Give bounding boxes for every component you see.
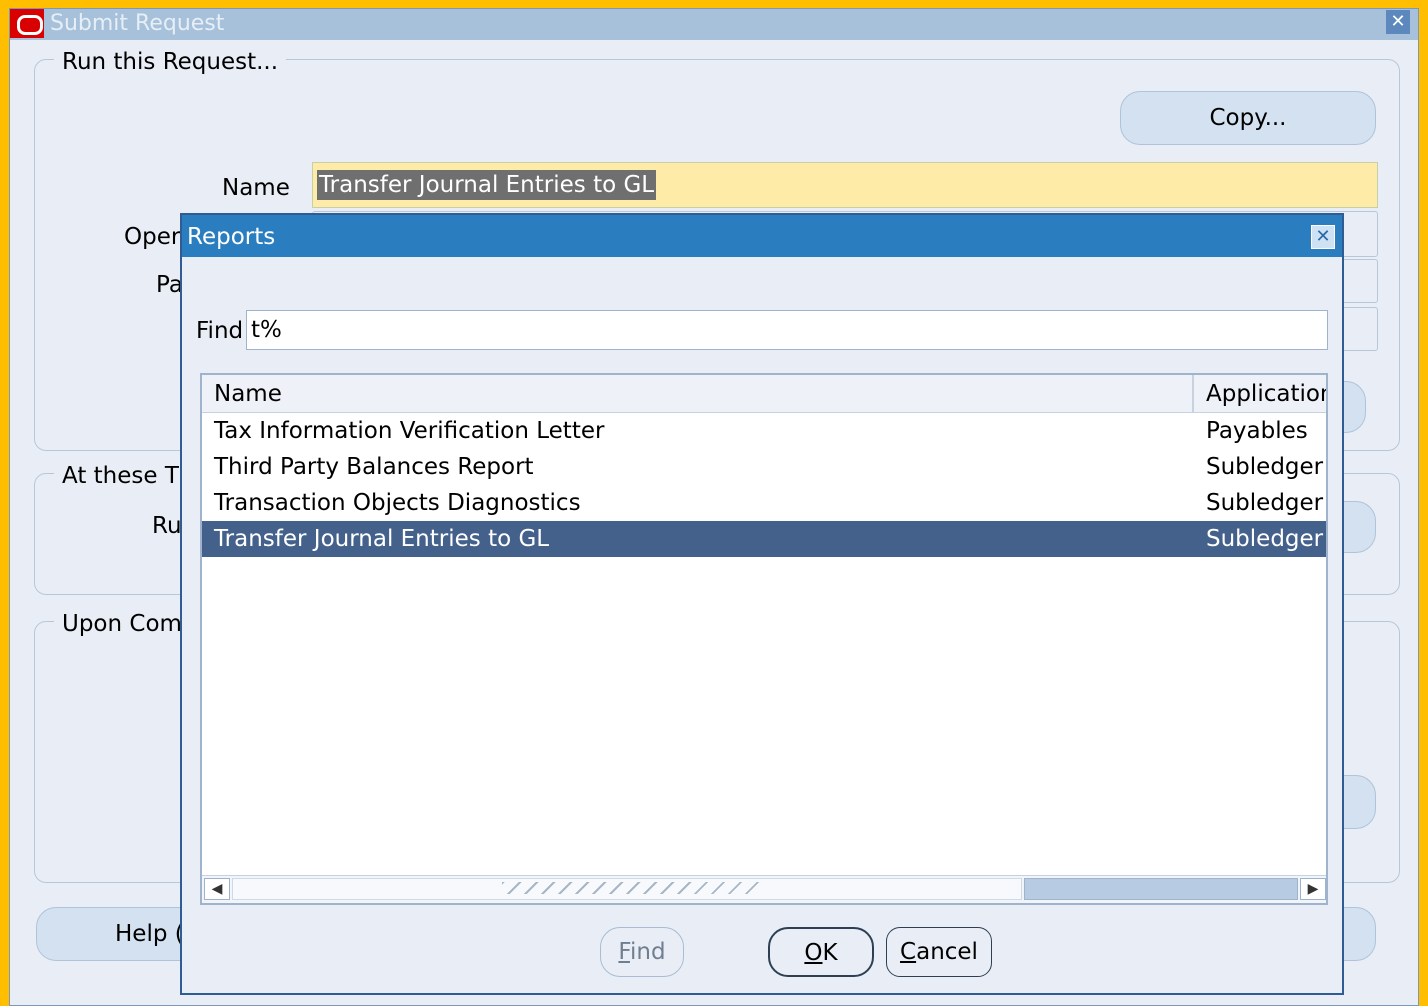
reports-list: Name Application Tax Information Verific… xyxy=(200,373,1328,905)
list-item[interactable]: Tax Information Verification Letter Paya… xyxy=(202,413,1326,449)
completion-group-label: Upon Com xyxy=(54,610,190,638)
horizontal-scrollbar[interactable]: ◀ ▶ xyxy=(202,875,1326,903)
scroll-right-icon[interactable]: ▶ xyxy=(1300,878,1326,900)
window-title: Submit Request xyxy=(50,11,225,36)
find-button[interactable]: Find xyxy=(600,927,684,977)
window-titlebar: Submit Request ✕ xyxy=(10,9,1418,40)
find-input[interactable] xyxy=(246,310,1328,350)
ok-button-key: O xyxy=(804,940,823,966)
close-icon[interactable]: ✕ xyxy=(1386,10,1410,34)
report-application: Subledger xyxy=(1206,526,1324,552)
list-item[interactable]: Third Party Balances Report Subledger xyxy=(202,449,1326,485)
find-button-label: ind xyxy=(629,939,666,965)
list-item-selected[interactable]: Transfer Journal Entries to GL Subledger xyxy=(202,521,1326,557)
request-name-field[interactable]: Transfer Journal Entries to GL xyxy=(312,162,1378,208)
report-name: Tax Information Verification Letter xyxy=(214,418,605,444)
report-application: Payables xyxy=(1206,418,1308,444)
run-job-label: Ru xyxy=(152,513,182,539)
cancel-button-label: ancel xyxy=(916,939,978,965)
column-header-name[interactable]: Name xyxy=(214,380,282,408)
parameters-label: Pa xyxy=(156,272,183,298)
report-application: Subledger xyxy=(1206,454,1324,480)
find-button-key: F xyxy=(618,939,630,965)
cancel-button[interactable]: Cancel xyxy=(886,927,992,977)
ok-button-label: K xyxy=(822,940,838,966)
ok-button[interactable]: OK xyxy=(768,927,874,977)
reports-dialog: Reports ✕ Find Name Application Tax Info… xyxy=(180,213,1344,995)
column-header-application[interactable]: Application xyxy=(1206,380,1326,408)
report-name: Third Party Balances Report xyxy=(214,454,534,480)
run-request-group-label: Run this Request... xyxy=(54,48,287,76)
scroll-thumb[interactable] xyxy=(1024,878,1298,900)
list-item[interactable]: Transaction Objects Diagnostics Subledge… xyxy=(202,485,1326,521)
cancel-button-key: C xyxy=(900,939,917,965)
scroll-left-icon[interactable]: ◀ xyxy=(204,878,230,900)
report-name: Transfer Journal Entries to GL xyxy=(214,526,550,552)
list-header: Name Application xyxy=(202,375,1326,413)
name-label: Name xyxy=(222,175,290,201)
request-name-value: Transfer Journal Entries to GL xyxy=(317,170,657,200)
oracle-logo-icon xyxy=(10,9,44,38)
operating-unit-label: Oper xyxy=(124,224,181,250)
report-application: Subledger xyxy=(1206,490,1324,516)
report-name: Transaction Objects Diagnostics xyxy=(214,490,581,516)
find-label: Find xyxy=(196,318,244,344)
scroll-grip xyxy=(502,882,762,894)
schedule-group-label: At these T xyxy=(54,462,187,490)
column-separator[interactable] xyxy=(1192,375,1194,413)
reports-dialog-title: Reports xyxy=(182,215,1342,257)
close-icon[interactable]: ✕ xyxy=(1311,225,1335,249)
copy-button[interactable]: Copy... xyxy=(1120,91,1376,145)
